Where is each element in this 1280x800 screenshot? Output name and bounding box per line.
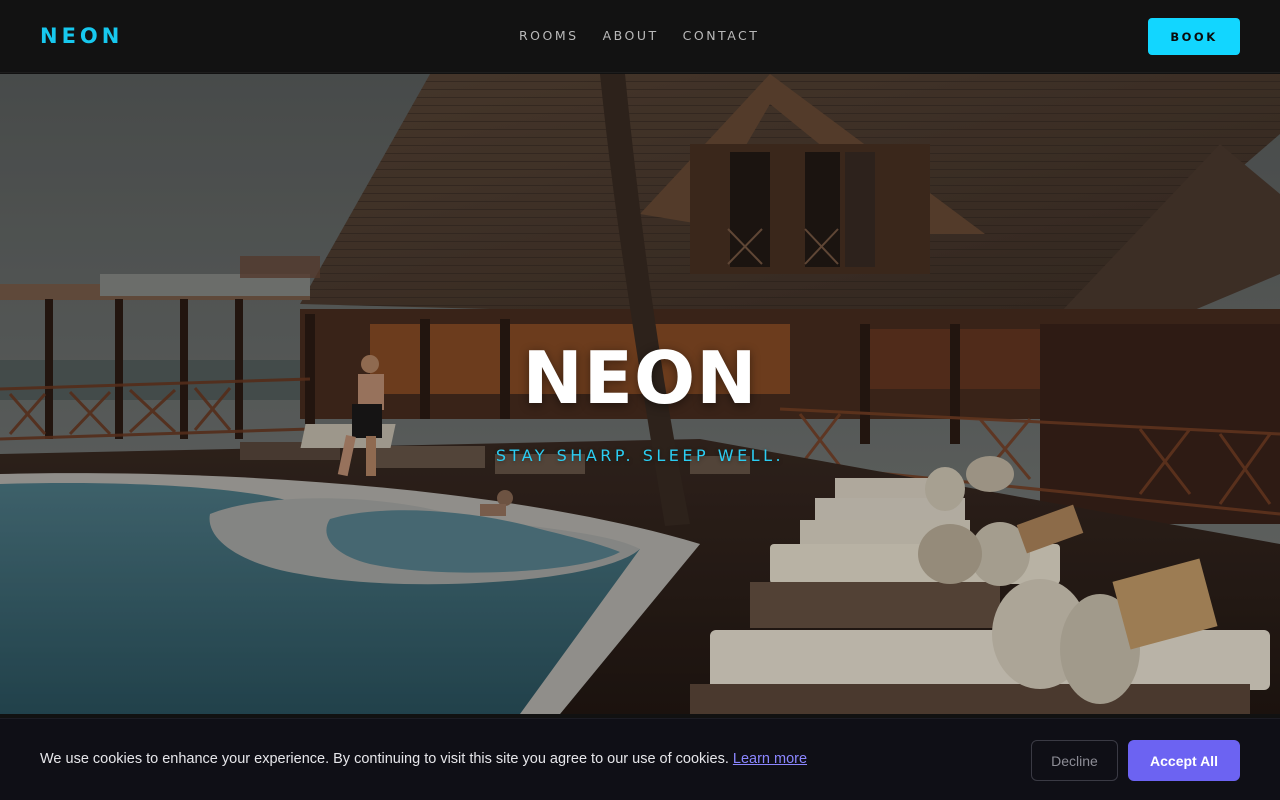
cookie-message-row: We use cookies to enhance your experienc… xyxy=(40,751,807,767)
learn-more-link[interactable]: Learn more xyxy=(733,751,807,767)
book-button[interactable]: BOOK xyxy=(1148,18,1240,55)
decline-cookies-button[interactable]: Decline xyxy=(1031,740,1118,781)
nav-links: ROOMS ABOUT CONTACT xyxy=(519,28,759,43)
cookie-consent-bar: We use cookies to enhance your experienc… xyxy=(0,718,1280,800)
nav-link-rooms[interactable]: ROOMS xyxy=(519,28,579,43)
nav-link-about[interactable]: ABOUT xyxy=(603,28,659,43)
hero-title: NEON xyxy=(522,336,758,420)
nav-link-contact[interactable]: CONTACT xyxy=(683,28,760,43)
top-navigation: NEON ROOMS ABOUT CONTACT BOOK xyxy=(0,0,1280,73)
brand-logo[interactable]: NEON xyxy=(40,24,123,48)
hero-section: NEON STAY SHARP. SLEEP WELL. xyxy=(0,74,1280,714)
hero-tagline: STAY SHARP. SLEEP WELL. xyxy=(495,446,785,465)
accept-all-cookies-button[interactable]: Accept All xyxy=(1128,740,1240,781)
cookie-message: We use cookies to enhance your experienc… xyxy=(40,751,729,767)
